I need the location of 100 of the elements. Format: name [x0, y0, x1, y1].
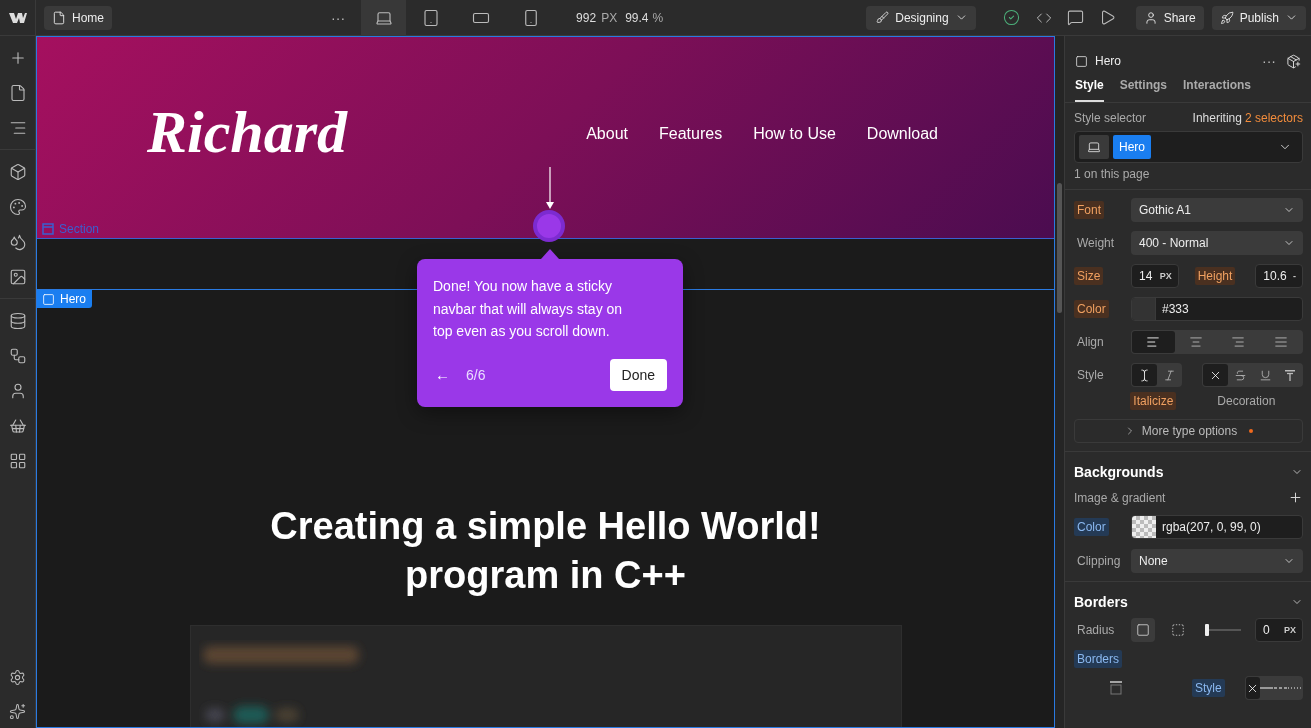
- weight-dropdown[interactable]: 400 - Normal: [1131, 231, 1303, 255]
- swatch-icon: [8, 197, 27, 216]
- align-justify-icon: [1273, 335, 1288, 349]
- property-label: Align: [1076, 334, 1105, 351]
- more-button[interactable]: ···: [1259, 51, 1279, 71]
- publish-button[interactable]: Publish: [1211, 5, 1306, 30]
- border-side-icon: [1110, 681, 1122, 695]
- transparent-swatch[interactable]: [1132, 516, 1156, 538]
- inherited-selectors-link[interactable]: 2 selectors: [1244, 111, 1303, 125]
- property-label: Italicize: [1130, 392, 1177, 410]
- more-type-options-button[interactable]: More type options: [1074, 419, 1303, 443]
- property-label: Color: [1074, 300, 1109, 318]
- rounded-square-icon: [1136, 623, 1150, 637]
- brush-icon: [876, 11, 890, 24]
- nav-link[interactable]: About: [586, 124, 628, 143]
- color-swatch[interactable]: [1132, 298, 1156, 320]
- clipping-dropdown[interactable]: None: [1131, 549, 1303, 573]
- align-button[interactable]: [1132, 331, 1175, 353]
- drops-icon: [8, 232, 27, 251]
- element-icon: [1087, 140, 1101, 154]
- align-right-icon: [1231, 335, 1246, 349]
- flow-icon: [8, 346, 27, 365]
- section-label: Section: [59, 222, 100, 236]
- radius-mode-toggle[interactable]: [1131, 618, 1155, 642]
- underline-icon: [1258, 368, 1272, 382]
- comment-icon: [1067, 9, 1085, 26]
- line-height-field[interactable]: 10.6 -: [1255, 264, 1303, 288]
- tablet-icon: [422, 8, 441, 27]
- section-title: Borders: [1074, 594, 1129, 610]
- share-button[interactable]: Share: [1135, 5, 1204, 30]
- pointer-arrow: [544, 167, 556, 211]
- element-name: Hero: [1095, 54, 1122, 68]
- cube-icon: [8, 162, 27, 181]
- zoom-value: 99.4: [625, 10, 649, 25]
- property-label: Radius: [1076, 622, 1116, 639]
- panel-tab[interactable]: Settings: [1119, 74, 1168, 102]
- database-icon: [8, 311, 27, 330]
- property-label: Clipping: [1076, 553, 1122, 570]
- site-logo: Richard: [147, 98, 348, 167]
- page-icon: [52, 10, 66, 25]
- property-label: Size: [1074, 267, 1104, 285]
- selector-field[interactable]: Hero: [1074, 131, 1303, 163]
- italic-toggle[interactable]: [1132, 364, 1157, 386]
- property-label: Decoration: [1216, 393, 1277, 410]
- panel-tab[interactable]: Style: [1075, 74, 1104, 102]
- dashed-line-icon: [1274, 687, 1288, 689]
- scrollbar-thumb[interactable]: [1057, 183, 1062, 313]
- font-dropdown[interactable]: Gothic A1: [1131, 198, 1303, 222]
- property-label: Style: [1192, 679, 1225, 697]
- back-button[interactable]: ←: [433, 366, 452, 383]
- element-tag-label: Hero: [60, 292, 86, 306]
- color-field[interactable]: #333: [1131, 297, 1303, 321]
- nav-link[interactable]: How to Use: [753, 124, 836, 143]
- image-icon: [8, 267, 27, 286]
- apps-icon: [8, 451, 27, 470]
- align-center-icon: [1188, 335, 1203, 349]
- canvas-width: 992: [576, 10, 597, 25]
- square-icon: [42, 292, 55, 306]
- solid-line-icon: [1260, 687, 1274, 689]
- breakpoint-button[interactable]: [361, 0, 407, 36]
- nav-link[interactable]: Download: [866, 124, 938, 143]
- decoration-toggle[interactable]: [1203, 364, 1228, 386]
- square-icon: [1075, 54, 1088, 68]
- property-label: Height: [1194, 267, 1236, 285]
- italic-icon: [1162, 368, 1176, 382]
- width-unit: PX: [601, 10, 618, 25]
- size-field[interactable]: 14 PX: [1131, 264, 1179, 288]
- sparkles-icon: [9, 702, 26, 720]
- panel-tab[interactable]: Interactions: [1183, 74, 1252, 102]
- property-label: Weight: [1076, 235, 1116, 252]
- property-label: Borders: [1074, 650, 1123, 668]
- align-left-icon: [1146, 335, 1161, 349]
- property-label: Style: [1076, 367, 1105, 384]
- class-chip[interactable]: Hero: [1113, 135, 1151, 159]
- inheriting-label: Inheriting: [1192, 111, 1242, 125]
- component-icon: [1286, 53, 1301, 69]
- page-button[interactable]: Home: [44, 5, 112, 30]
- settings-icon: [9, 668, 26, 686]
- logo-icon: [8, 11, 27, 24]
- popover-text: Done! You now have a sticky navbar that will always stay on top even as you scroll down.: [433, 277, 624, 341]
- zoom-unit: %: [652, 10, 664, 25]
- selector-label: Style selector: [1074, 111, 1147, 125]
- add-icon: [1288, 490, 1303, 505]
- more-button[interactable]: ···: [315, 0, 362, 36]
- border-style-toggle[interactable]: [1245, 677, 1260, 699]
- nav-link[interactable]: Features: [659, 124, 723, 143]
- overline-icon: [1284, 369, 1295, 381]
- done-button[interactable]: Done: [609, 358, 667, 391]
- dashed-square-icon: [1171, 623, 1185, 637]
- user-icon: [1143, 10, 1158, 25]
- radius-field[interactable]: 0 PX: [1255, 618, 1303, 642]
- image-gradient-label: Image & gradient: [1074, 490, 1167, 505]
- slider-thumb[interactable]: [1205, 624, 1209, 636]
- rocket-icon: [1219, 10, 1234, 25]
- usage-count: 1 on this page: [1074, 167, 1151, 181]
- step-counter: 6/6: [466, 366, 487, 383]
- property-label: Font: [1074, 201, 1104, 219]
- background-color-field[interactable]: rgba(207, 0, 99, 0): [1131, 515, 1303, 539]
- check-circle-icon: [1003, 9, 1021, 26]
- mode-dropdown[interactable]: Designing: [866, 5, 976, 30]
